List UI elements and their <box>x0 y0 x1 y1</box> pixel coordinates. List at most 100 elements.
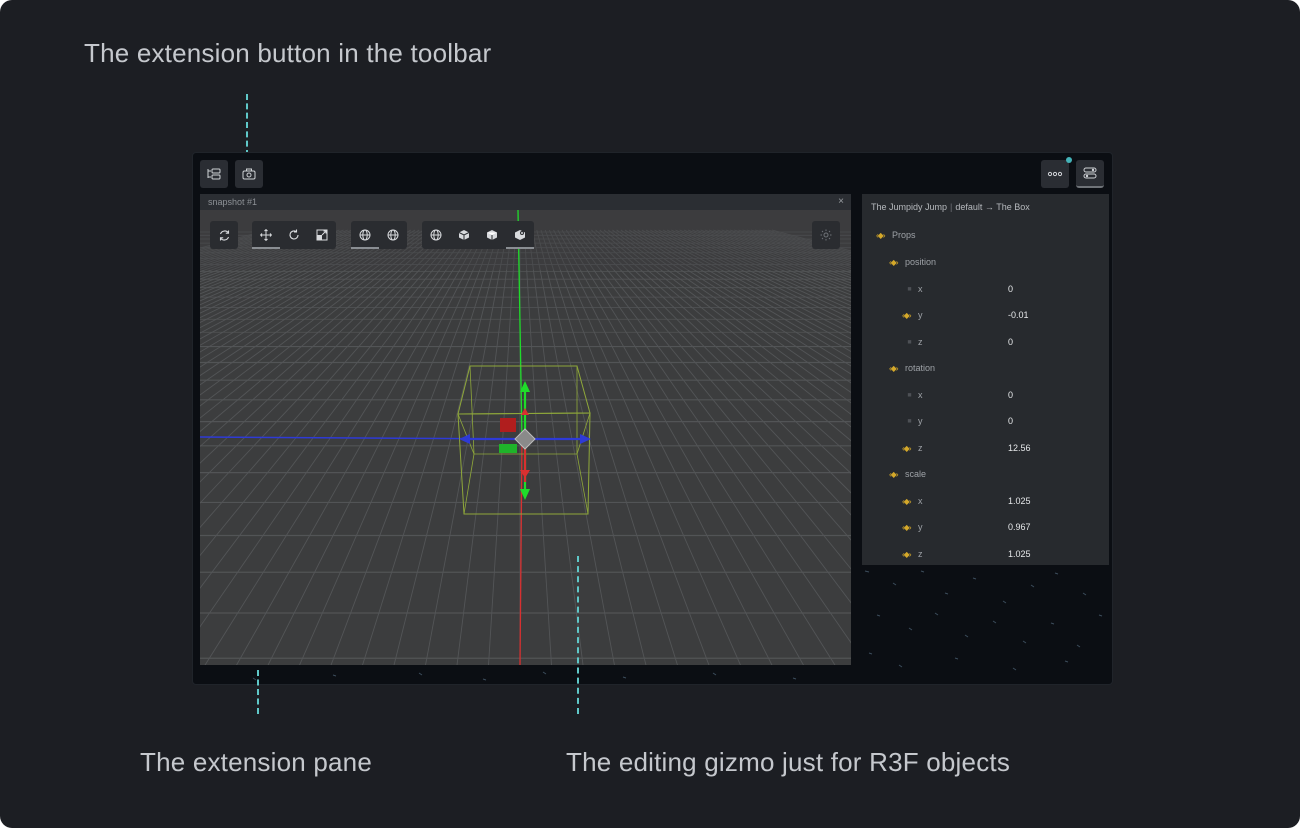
grid-line <box>717 229 851 276</box>
grid-line <box>200 229 273 250</box>
wire-shading-button[interactable] <box>422 221 450 249</box>
grid-line <box>200 229 332 277</box>
pane-close-button[interactable]: × <box>838 194 844 210</box>
sun-icon <box>820 229 832 241</box>
local-space-button[interactable] <box>379 221 407 249</box>
lighting-toggle <box>812 221 840 249</box>
flat-shading-button[interactable] <box>450 221 478 249</box>
keyframe-icon[interactable]: ‹◆› <box>889 258 903 267</box>
shading-rendered-icon <box>515 230 525 240</box>
more-icon <box>1047 171 1063 177</box>
prop-value-input[interactable]: 1.025 <box>1008 549 1031 559</box>
prop-key: z <box>918 549 923 559</box>
keyframe-icon[interactable]: ‹◆› <box>902 497 916 506</box>
keyframe-icon[interactable]: ‹◆› <box>902 311 916 320</box>
props-root-row[interactable]: ‹◆› Props <box>876 228 916 242</box>
gizmo-plane-green <box>499 444 517 453</box>
grid-line <box>536 229 647 665</box>
prop-field-scale-y[interactable]: ‹◆› y 0.967 <box>902 520 1092 534</box>
grid-line <box>200 229 462 529</box>
translate-button[interactable] <box>252 221 280 249</box>
outline-icon <box>207 168 221 180</box>
prop-field-position-y[interactable]: ‹◆› y -0.01 <box>902 308 1092 322</box>
extension-toolbar-button[interactable] <box>1076 160 1104 188</box>
keyframe-placeholder-icon[interactable]: ■ <box>902 392 916 399</box>
prop-key: x <box>918 496 923 506</box>
snapshot-viewport[interactable] <box>200 210 851 665</box>
prop-field-position-z[interactable]: ■ z 0 <box>902 335 1092 349</box>
breadcrumb-project[interactable]: The Jumpidy Jump <box>871 202 947 212</box>
keyframe-icon[interactable]: ‹◆› <box>902 523 916 532</box>
rendered-shading-button[interactable] <box>506 221 534 249</box>
prop-field-scale-x[interactable]: ‹◆› x 1.025 <box>902 494 1092 508</box>
world-space-button[interactable] <box>351 221 379 249</box>
scale-button[interactable] <box>308 221 336 249</box>
prop-key: y <box>918 522 923 532</box>
shading-wire-icon <box>430 229 442 241</box>
grid-line <box>204 229 479 665</box>
keyframe-icon[interactable]: ‹◆› <box>902 444 916 453</box>
rotate-button[interactable] <box>280 221 308 249</box>
keyframe-placeholder-icon[interactable]: ■ <box>902 339 916 346</box>
prop-key: z <box>918 337 923 347</box>
snapshot-button[interactable] <box>235 160 263 188</box>
prop-field-rotation-x[interactable]: ■ x 0 <box>902 388 1092 402</box>
outline-panel-button[interactable] <box>200 160 228 188</box>
more-menu-button[interactable] <box>1041 160 1069 188</box>
breadcrumb-sheet[interactable]: default <box>955 202 982 212</box>
grid-line <box>200 229 357 295</box>
grid-line <box>267 229 487 665</box>
grid-line <box>200 229 298 260</box>
selection-box-edge <box>576 453 589 515</box>
prop-field-position-x[interactable]: ■ x 0 <box>902 282 1092 296</box>
prop-value-input[interactable]: 0 <box>1008 337 1013 347</box>
annotation-line-toolbar <box>246 94 248 156</box>
keyframe-icon[interactable]: ‹◆› <box>876 231 890 240</box>
prop-group-rotation[interactable]: ‹◆› rotation <box>889 361 935 375</box>
grid-line <box>771 229 851 252</box>
prop-value-input[interactable]: 0 <box>1008 416 1013 426</box>
grid-line <box>393 229 504 665</box>
keyframe-placeholder-icon[interactable]: ■ <box>902 418 916 425</box>
keyframe-placeholder-icon[interactable]: ■ <box>902 286 916 293</box>
grid-line <box>612 229 851 404</box>
prop-value-input[interactable]: 12.56 <box>1008 443 1031 453</box>
annotation-line-pane <box>257 670 259 714</box>
keyframe-icon[interactable]: ‹◆› <box>889 364 903 373</box>
grid-line <box>200 229 437 419</box>
prop-group-scale[interactable]: ‹◆› scale <box>889 467 926 481</box>
grid-line <box>595 229 851 457</box>
translate-icon <box>260 229 272 241</box>
refresh-button[interactable] <box>210 221 238 249</box>
grid-line <box>679 229 851 303</box>
prop-field-scale-z[interactable]: ‹◆› z 1.025 <box>902 547 1092 561</box>
prop-value-input[interactable]: 0 <box>1008 284 1013 294</box>
scene-canvas[interactable] <box>200 210 851 665</box>
grid-line <box>200 229 369 306</box>
prop-value-input[interactable]: 0.967 <box>1008 522 1031 532</box>
solid-shading-button[interactable] <box>478 221 506 249</box>
keyframe-icon[interactable]: ‹◆› <box>902 550 916 559</box>
prop-group-label: rotation <box>905 363 936 373</box>
grid-line <box>200 229 466 557</box>
pane-title: snapshot #1 <box>208 197 258 207</box>
grid-line <box>645 229 851 340</box>
prop-field-rotation-z[interactable]: ‹◆› z 12.56 <box>902 441 1092 455</box>
prop-field-rotation-y[interactable]: ■ y 0 <box>902 414 1092 428</box>
prop-key: x <box>918 284 923 294</box>
prop-value-input[interactable]: 0 <box>1008 390 1013 400</box>
grid-line <box>425 229 508 665</box>
keyframe-icon[interactable]: ‹◆› <box>889 470 903 479</box>
prop-value-input[interactable]: 1.025 <box>1008 496 1031 506</box>
gizmo-z-arrow-back <box>521 408 529 415</box>
caption-gizmo-note: The editing gizmo just for R3F objects <box>566 747 1011 777</box>
breadcrumb-object[interactable]: The Box <box>996 202 1030 212</box>
studio-window: snapshot #1 × The Jumpidy Jump | default… <box>192 152 1113 685</box>
lighting-toggle-button[interactable] <box>812 221 840 249</box>
grid-line <box>624 229 851 375</box>
prop-value-input[interactable]: -0.01 <box>1008 310 1029 320</box>
prop-group-label: position <box>905 257 937 267</box>
prop-group-position[interactable]: ‹◆› position <box>889 255 936 269</box>
grid-line <box>708 229 851 281</box>
grid-line <box>330 229 496 665</box>
